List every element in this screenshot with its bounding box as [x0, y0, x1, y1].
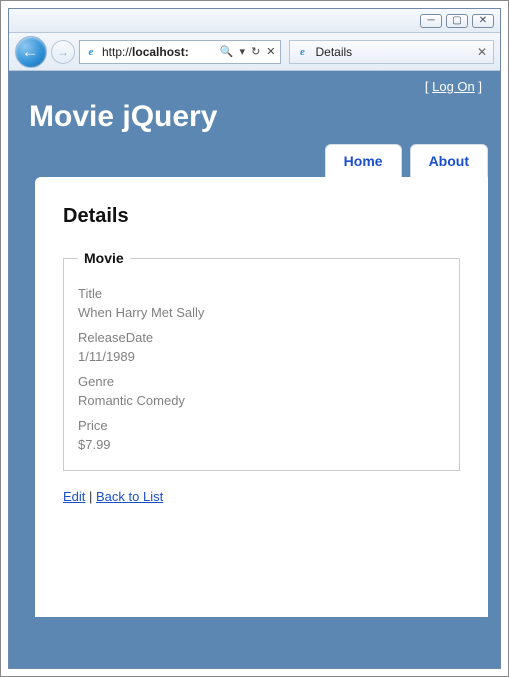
tab-title: Details — [316, 45, 353, 59]
edit-link[interactable]: Edit — [63, 489, 85, 504]
maximize-button[interactable]: ▢ — [446, 14, 468, 28]
minimize-icon: ─ — [427, 15, 434, 26]
back-button[interactable]: ← — [15, 36, 47, 68]
arrow-left-icon: ← — [22, 42, 39, 62]
fieldset-legend: Movie — [78, 250, 130, 266]
field-value: $7.99 — [78, 437, 445, 452]
refresh-icon[interactable]: ↻ — [251, 45, 260, 58]
field-value: Romantic Comedy — [78, 393, 445, 408]
arrow-right-icon: → — [57, 45, 69, 59]
ie-icon: e — [296, 45, 310, 59]
page-viewport: [ Log On ] Movie jQuery Home About Detai… — [9, 71, 500, 668]
field-label: ReleaseDate — [78, 330, 445, 345]
forward-button[interactable]: → — [51, 40, 75, 64]
movie-fieldset: Movie Title When Harry Met Sally Release… — [63, 250, 460, 471]
tab-close-button[interactable]: ✕ — [477, 45, 487, 59]
address-bar[interactable]: e http://localhost: 🔍 ▾ ↻ ✕ — [79, 40, 281, 64]
address-text: http://localhost: — [102, 45, 189, 59]
minimize-button[interactable]: ─ — [420, 14, 442, 28]
search-icon[interactable]: 🔍 — [220, 45, 234, 58]
main-menu: Home About — [9, 144, 500, 177]
logon-bar: [ Log On ] — [9, 71, 500, 98]
field-value: When Harry Met Sally — [78, 305, 445, 320]
browser-navbar: ← → e http://localhost: 🔍 ▾ ↻ ✕ e Detail… — [9, 33, 500, 71]
link-separator: | — [85, 489, 96, 504]
window-outer: ─ ▢ ✕ ← → e http://localhost: 🔍 ▾ ↻ ✕ e … — [0, 0, 509, 677]
close-icon: ✕ — [479, 15, 487, 26]
address-icons: 🔍 ▾ ↻ ✕ — [220, 45, 276, 58]
page-heading: Details — [63, 205, 460, 228]
field-label: Price — [78, 418, 445, 433]
field-value: 1/11/1989 — [78, 349, 445, 364]
menu-about[interactable]: About — [410, 144, 488, 177]
maximize-icon: ▢ — [452, 15, 461, 26]
stop-icon[interactable]: ✕ — [266, 45, 275, 58]
logon-link[interactable]: Log On — [432, 79, 475, 94]
menu-home[interactable]: Home — [325, 144, 402, 177]
field-label: Genre — [78, 374, 445, 389]
back-to-list-link[interactable]: Back to List — [96, 489, 163, 504]
close-window-button[interactable]: ✕ — [472, 14, 494, 28]
content-card: Details Movie Title When Harry Met Sally… — [35, 177, 488, 617]
window-frame: ─ ▢ ✕ ← → e http://localhost: 🔍 ▾ ↻ ✕ e … — [8, 8, 501, 669]
window-titlebar: ─ ▢ ✕ — [9, 9, 500, 33]
field-label: Title — [78, 286, 445, 301]
browser-tab[interactable]: e Details ✕ — [289, 40, 495, 64]
site-title: Movie jQuery — [9, 98, 500, 144]
action-links: Edit | Back to List — [63, 489, 460, 504]
ie-icon: e — [84, 45, 98, 59]
